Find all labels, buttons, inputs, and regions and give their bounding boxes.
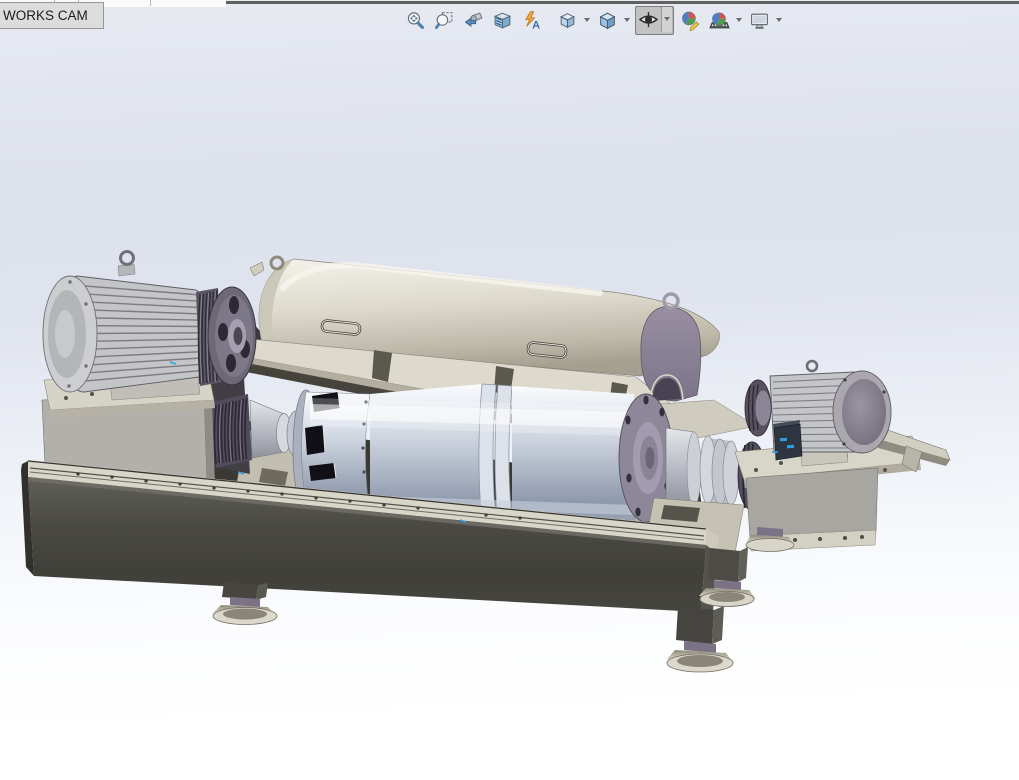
eye-icon <box>638 9 659 30</box>
display-style-button[interactable] <box>594 7 621 34</box>
view-orientation-dropdown[interactable] <box>582 8 592 33</box>
hide-show-items-button[interactable] <box>636 7 661 32</box>
view-settings-button[interactable] <box>746 7 773 34</box>
motor-pulley[interactable] <box>196 287 256 386</box>
zoom-to-area-button[interactable] <box>431 7 458 34</box>
foot[interactable] <box>667 606 734 672</box>
tab-solidworks-cam[interactable]: WORKS CAM <box>0 2 104 29</box>
bowl-pulley[interactable] <box>212 394 252 468</box>
apply-scene-button[interactable] <box>706 7 733 34</box>
appearance-sphere-pencil-icon <box>680 10 701 31</box>
solidworks-window: { "window": { "top_tab_label": "WORKS CA… <box>0 0 1019 780</box>
view-settings-dropdown[interactable] <box>774 8 784 33</box>
viewport-top-border <box>193 1 1019 4</box>
tab-separator-tick <box>150 0 151 6</box>
orientation-cube-icon <box>557 10 578 31</box>
section-view-button[interactable] <box>489 7 516 34</box>
heads-up-view-toolbar: A <box>401 5 785 35</box>
monitor-icon <box>749 10 770 31</box>
scene-sphere-icon <box>709 10 730 31</box>
motor-eyebolt <box>807 361 817 371</box>
magnifier-area-icon <box>434 10 455 31</box>
section-cube-icon <box>492 10 513 31</box>
shaded-cube-icon <box>597 10 618 31</box>
annotation-letter: A <box>532 19 540 31</box>
previous-view-button[interactable] <box>460 7 487 34</box>
cover-lifting-lug-left[interactable] <box>271 257 283 269</box>
dynamic-annotation-views-button[interactable]: A <box>518 7 545 34</box>
right-back-drive-motor[interactable] <box>735 361 950 551</box>
graphics-viewport[interactable] <box>0 0 1019 780</box>
display-style-dropdown[interactable] <box>622 8 632 33</box>
zoom-to-fit-button[interactable] <box>402 7 429 34</box>
apply-scene-dropdown[interactable] <box>734 8 744 33</box>
magnifier-fit-icon <box>405 10 426 31</box>
annotation-lightning-icon: A <box>521 10 542 31</box>
view-orientation-button[interactable] <box>554 7 581 34</box>
cover-latch <box>250 262 264 276</box>
previous-view-arrow-icon <box>463 10 484 31</box>
edit-appearance-button[interactable] <box>677 7 704 34</box>
hide-show-items-group <box>635 6 674 35</box>
motor-eyebolt <box>118 252 135 277</box>
hide-show-items-dropdown[interactable] <box>661 7 672 32</box>
junction-box[interactable] <box>773 420 802 460</box>
motor-pulley[interactable] <box>745 380 771 436</box>
